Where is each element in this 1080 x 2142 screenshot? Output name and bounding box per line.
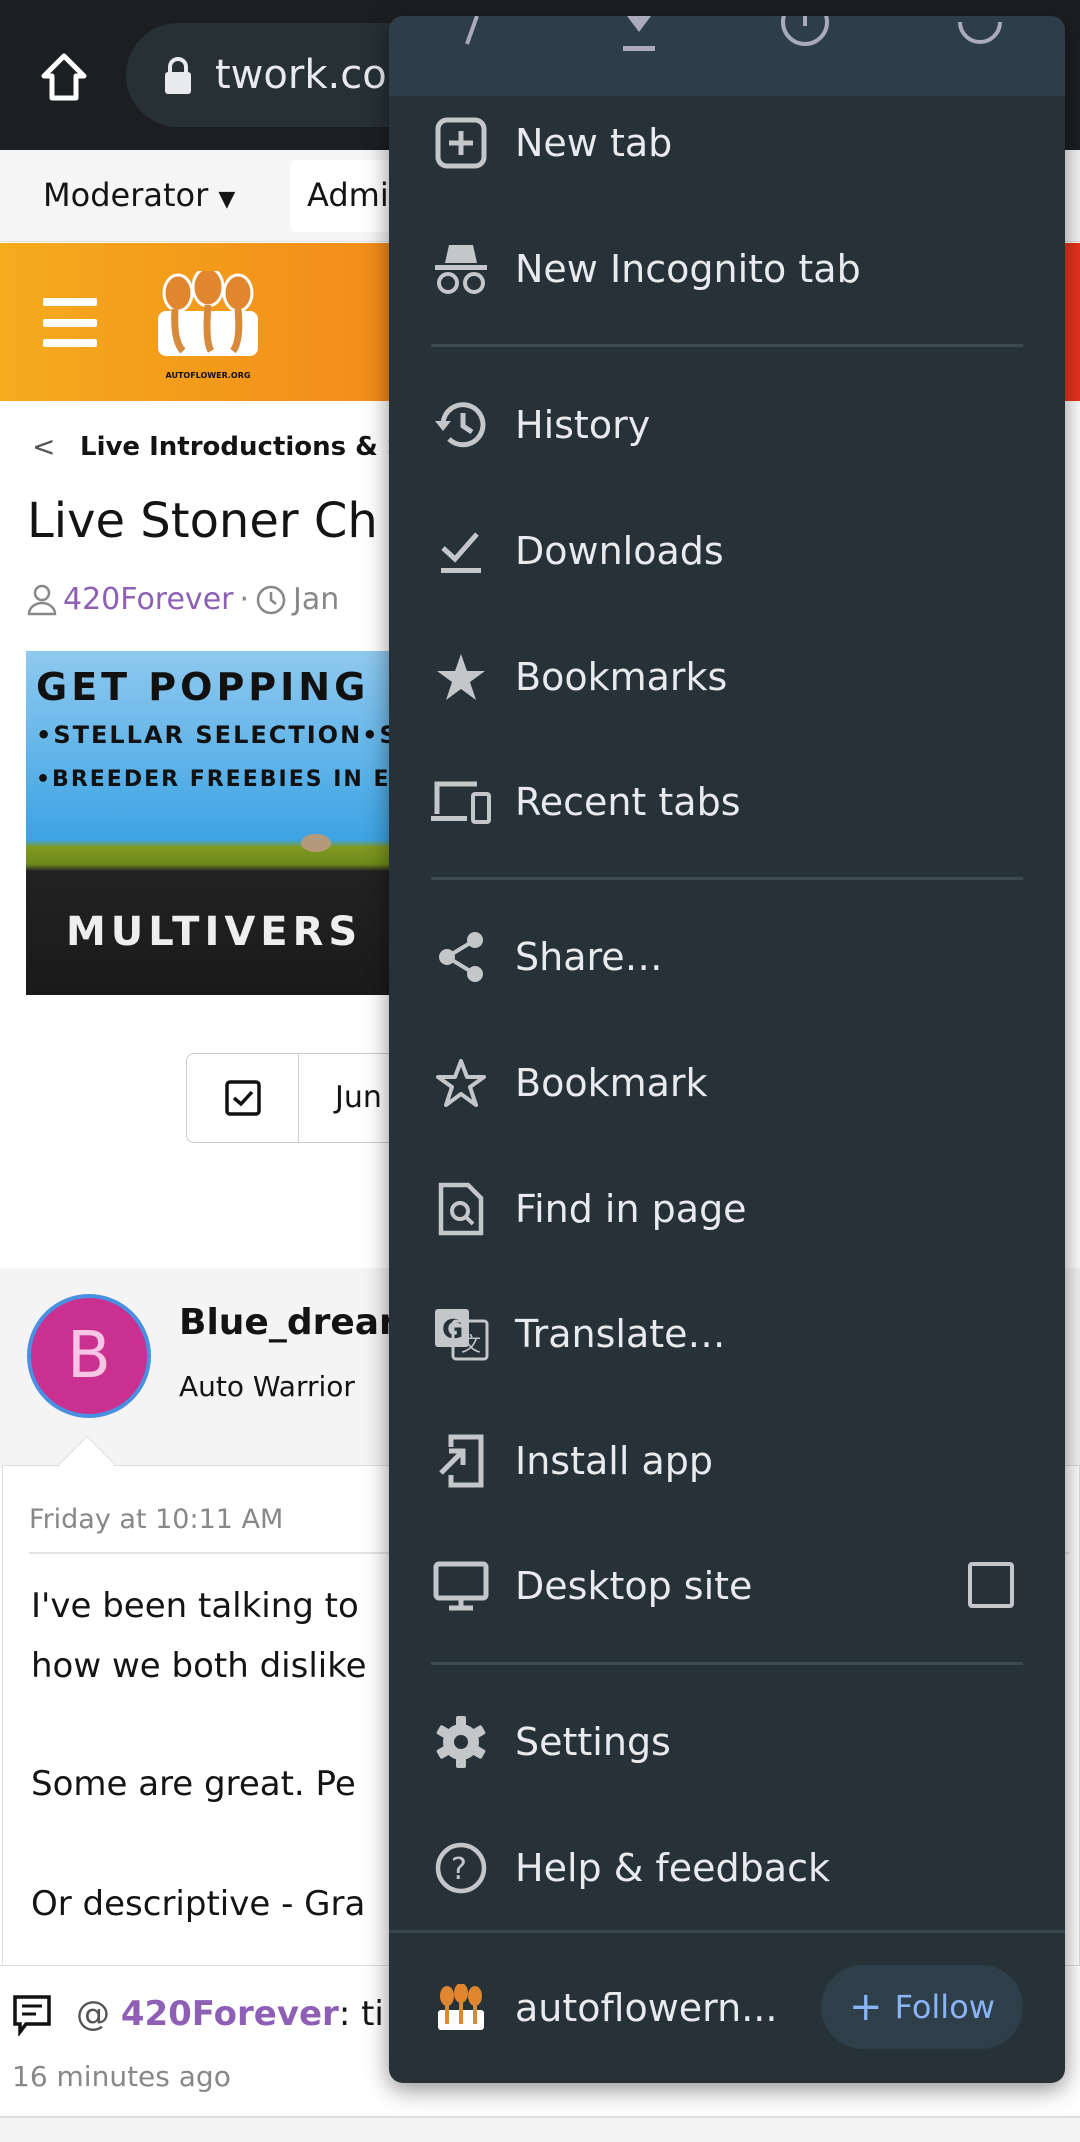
incognito-icon <box>425 239 497 299</box>
star-outline-icon <box>425 1053 497 1113</box>
clock-icon <box>255 584 287 616</box>
install-app-icon <box>425 1431 497 1491</box>
admin-label: Admi <box>307 176 389 214</box>
jump-button[interactable]: Jun <box>335 1080 382 1115</box>
refresh-icon[interactable] <box>954 16 1006 58</box>
translate-icon: G文 <box>425 1304 497 1364</box>
page-info-icon[interactable] <box>779 16 831 58</box>
follow-label: Follow <box>894 1988 995 2026</box>
banner-line: •BREEDER FREEBIES IN EVI <box>36 767 406 792</box>
menu-item-translate[interactable]: G 文 Translate… <box>389 1271 1065 1397</box>
menu-item-label: Bookmarks <box>515 655 728 699</box>
moderator-label: Moderator <box>43 176 209 214</box>
svg-text:?: ? <box>451 1852 467 1887</box>
menu-item-label: Help & feedback <box>515 1846 830 1890</box>
user-icon <box>27 584 57 616</box>
user-title: Auto Warrior <box>179 1370 355 1403</box>
menu-site-follow-row: autoflowern... + Follow <box>389 1945 1065 2071</box>
find-in-page-icon <box>425 1179 497 1239</box>
menu-item-label: Desktop site <box>515 1564 753 1608</box>
activity-text: @ 420Forever: ti <box>76 1994 384 2034</box>
breadcrumb[interactable]: Live Introductions & St <box>80 432 418 462</box>
desktop-icon <box>425 1556 497 1616</box>
menu-item-label: Recent tabs <box>515 780 741 824</box>
thread-author-link[interactable]: 420Forever <box>63 582 233 617</box>
menu-item-bookmarks[interactable]: Bookmarks <box>389 614 1065 740</box>
activity-time: 16 minutes ago <box>12 2060 231 2093</box>
lock-icon <box>163 57 193 95</box>
post-text-line: Or descriptive - Gra <box>31 1884 366 1924</box>
post-text-line: I've been talking to <box>31 1586 359 1626</box>
menu-item-desktop-site[interactable]: Desktop site <box>389 1523 1065 1649</box>
home-icon[interactable] <box>40 52 88 102</box>
menu-item-history[interactable]: History <box>389 362 1065 488</box>
ad-banner[interactable]: GET POPPING EA •STELLAR SELECTION•SH •BR… <box>26 651 406 995</box>
menu-item-label: Downloads <box>515 529 724 573</box>
menu-item-label: New Incognito tab <box>515 247 861 291</box>
thread-meta: 420Forever · Jan <box>27 582 339 617</box>
menu-item-label: Install app <box>515 1439 713 1483</box>
browser-overflow-menu: New tab New Incognito tab History Downlo… <box>389 16 1065 2083</box>
logo-text: AUTOFLOWER.ORG <box>165 371 251 380</box>
post-timestamp[interactable]: Friday at 10:11 AM <box>29 1504 283 1535</box>
menu-item-label: Share… <box>515 935 663 979</box>
menu-item-settings[interactable]: Settings <box>389 1679 1065 1805</box>
post-username[interactable]: Blue_drear <box>179 1302 397 1343</box>
menu-item-new-tab[interactable]: New tab <box>389 80 1065 206</box>
downloads-icon <box>425 521 497 581</box>
mark-read-button[interactable] <box>187 1054 299 1142</box>
post-text-line: Some are great. Pe <box>31 1764 356 1804</box>
menu-item-recent-tabs[interactable]: Recent tabs <box>389 739 1065 865</box>
new-tab-icon <box>425 113 497 173</box>
gear-icon <box>425 1712 497 1772</box>
history-icon <box>425 395 497 455</box>
plus-icon: + <box>849 1984 883 2030</box>
devices-icon <box>425 772 497 832</box>
menu-item-label: Bookmark <box>515 1061 708 1105</box>
menu-item-new-incognito-tab[interactable]: New Incognito tab <box>389 206 1065 332</box>
site-name: autoflowern... <box>515 1986 778 2030</box>
star-filled-icon <box>425 647 497 707</box>
post-text-line: how we both dislike <box>31 1646 367 1686</box>
banner-line: •STELLAR SELECTION•SH <box>36 721 406 749</box>
menu-item-label: Translate… <box>515 1312 726 1356</box>
banner-line: GET POPPING EA <box>36 665 406 709</box>
menu-item-label: Find in page <box>515 1187 747 1231</box>
site-favicon <box>425 1978 497 2038</box>
url-text[interactable]: twork.co <box>215 52 387 98</box>
menu-item-bookmark[interactable]: Bookmark <box>389 1020 1065 1146</box>
share-icon <box>425 927 497 987</box>
help-icon: ? <box>425 1838 497 1898</box>
download-page-icon[interactable] <box>619 16 659 56</box>
caret-down-icon: ▼ <box>218 187 236 212</box>
menu-item-label: History <box>515 403 651 447</box>
menu-item-label: New tab <box>515 121 673 165</box>
activity-user-link[interactable]: 420Forever <box>121 1994 339 2034</box>
site-logo[interactable]: AUTOFLOWER.ORG <box>153 271 263 380</box>
menu-item-share[interactable]: Share… <box>389 894 1065 1020</box>
forward-icon[interactable] <box>459 16 489 46</box>
banner-line: MULTIVERS <box>66 909 363 955</box>
back-chevron-icon[interactable]: < <box>32 430 55 463</box>
moderator-menu[interactable]: Moderator ▼ <box>43 176 235 214</box>
page-title: Live Stoner Ch <box>27 493 378 549</box>
svg-text:文: 文 <box>461 1332 481 1356</box>
checkbox-checked-icon <box>225 1080 261 1116</box>
comment-icon <box>13 1995 51 2036</box>
follow-button[interactable]: + Follow <box>821 1965 1023 2049</box>
menu-item-install-app[interactable]: Install app <box>389 1398 1065 1524</box>
thread-date: Jan <box>293 582 340 617</box>
menu-item-label: Settings <box>515 1720 671 1764</box>
menu-item-find-in-page[interactable]: Find in page <box>389 1146 1065 1272</box>
seed-image <box>301 834 331 852</box>
menu-item-help-feedback[interactable]: ? Help & feedback <box>389 1805 1065 1931</box>
menu-item-downloads[interactable]: Downloads <box>389 488 1065 614</box>
desktop-site-checkbox[interactable] <box>968 1562 1014 1608</box>
avatar[interactable]: B <box>27 1294 151 1418</box>
